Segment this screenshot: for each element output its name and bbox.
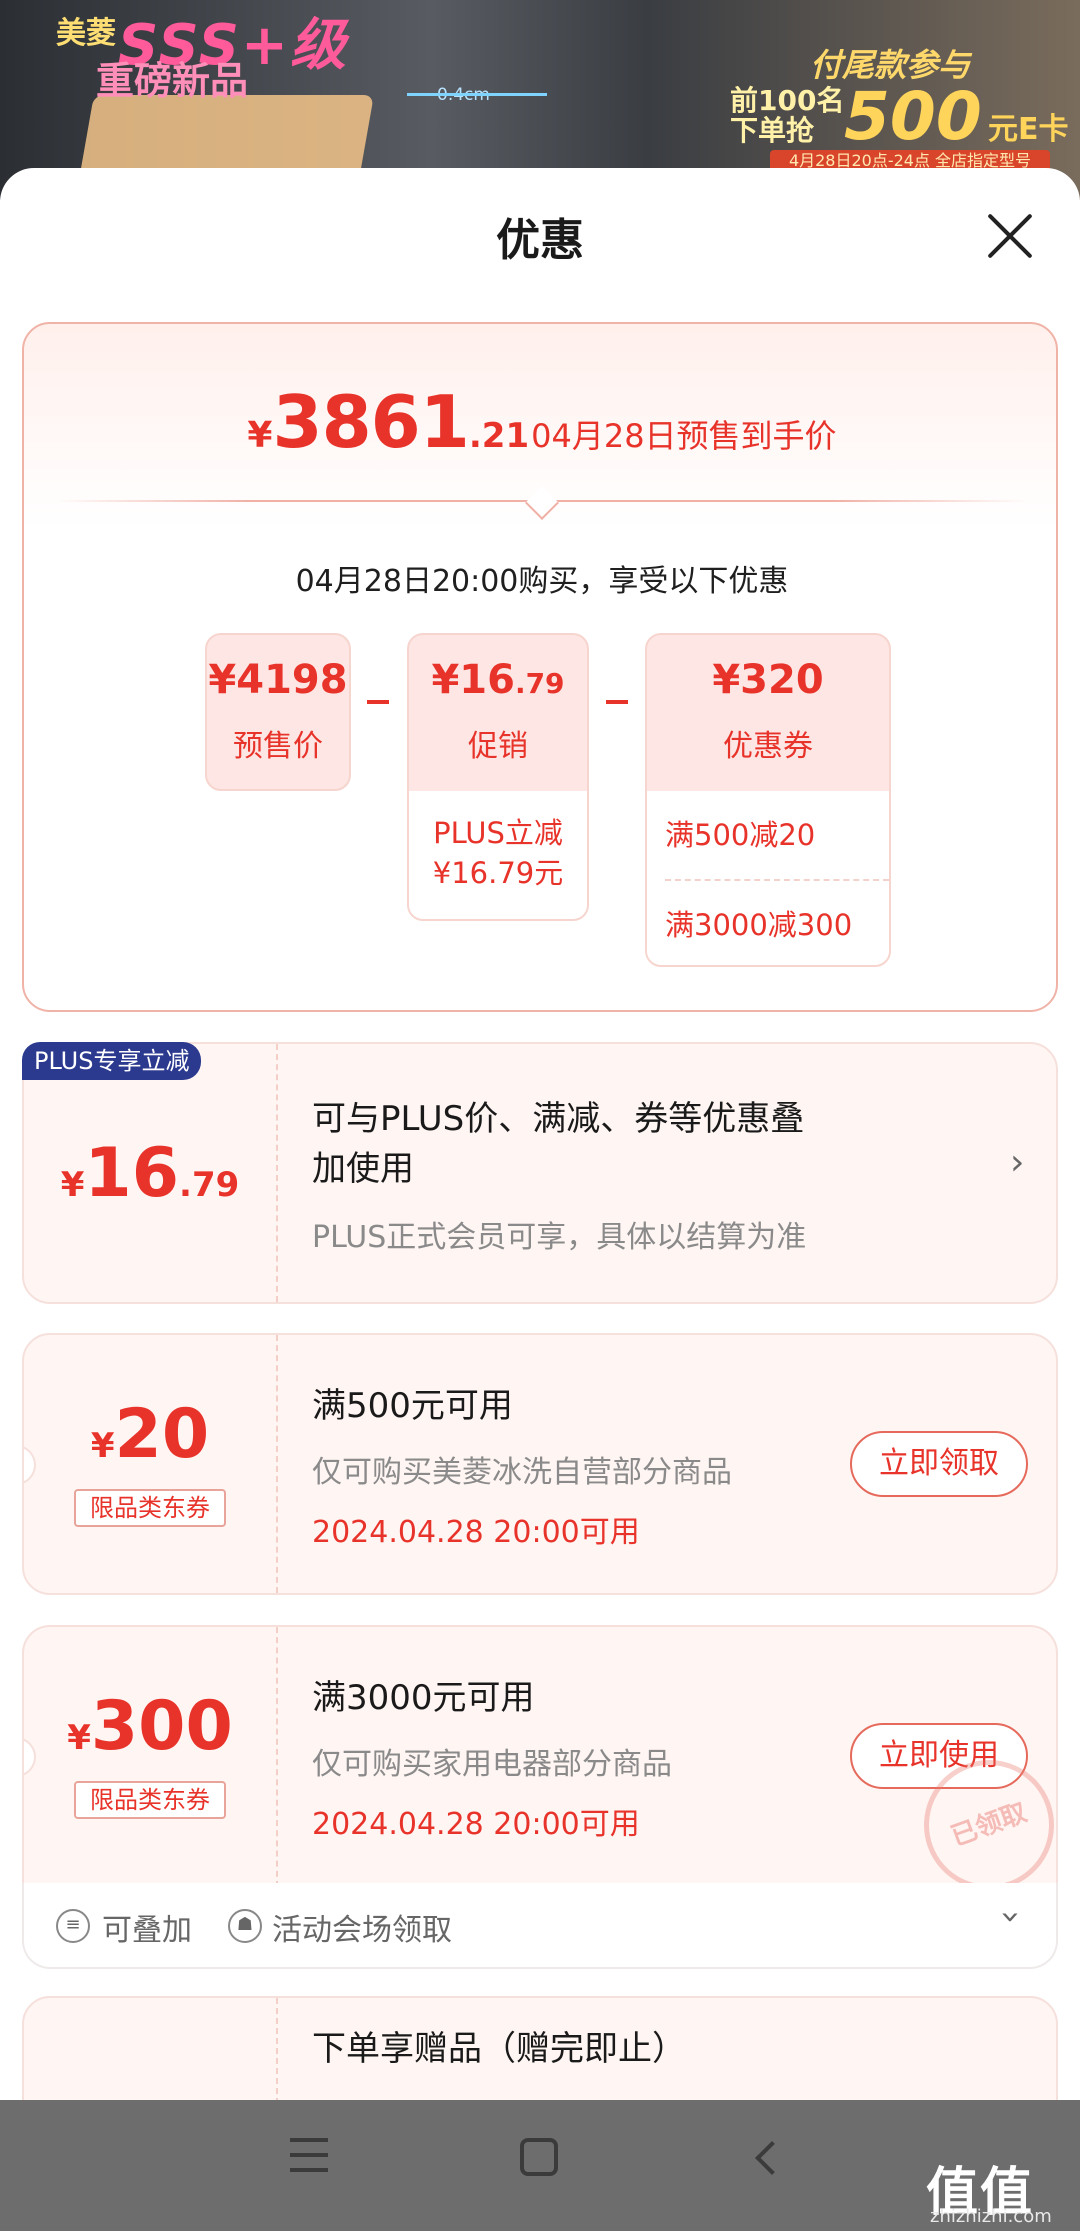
- coupon-footer: ≡ 可叠加 ☗ 活动会场领取 ›: [22, 1883, 1058, 1969]
- plus-discount-amount: ¥16.79: [60, 1134, 240, 1213]
- promotion-details: PLUS立减 ¥16.79元: [409, 791, 587, 919]
- banner-right-promo: 付尾款参与 前100名 下单抢 500 元E卡 4月28日20点-24点 全店指定…: [720, 40, 1080, 172]
- gift-card[interactable]: 下单享赠品（赠完即止）: [22, 1996, 1058, 2116]
- banner-left-promo: 美菱 SSS+级 重磅新品: [56, 0, 374, 185]
- coupon-date: 2024.04.28 20:00可用: [312, 1807, 640, 1842]
- gift-title: 下单享赠品（赠完即止）: [312, 2029, 686, 2069]
- stackable-label: 可叠加: [102, 1913, 192, 1948]
- presale-label: 预售价: [233, 729, 323, 764]
- promotion-amount: ¥16.79: [431, 657, 565, 703]
- banner-ecard: 元E卡: [988, 112, 1069, 147]
- coupon-detail-2: 满3000减300: [665, 879, 889, 965]
- plus-discount-card[interactable]: ¥16.79 可与PLUS价、满减、券等优惠叠 加使用 PLUS正式会员可享，具…: [22, 1042, 1058, 1304]
- presale-amount: ¥4198: [208, 657, 348, 703]
- coupon-pill: ¥320 优惠券 满500减20 满3000减300: [645, 633, 891, 967]
- coupon-category-tag: 限品类东券: [74, 1781, 226, 1819]
- divider-notch: [525, 486, 559, 520]
- card-separator: [276, 1335, 278, 1593]
- price-decimal: .21: [468, 416, 530, 456]
- presale-price-pill: ¥4198 预售价: [205, 633, 351, 791]
- claim-coupon-button[interactable]: 立即领取: [850, 1431, 1028, 1497]
- coupon-detail-1: 满500减20: [665, 818, 816, 852]
- close-icon[interactable]: [982, 208, 1038, 264]
- dimension-arrow: [407, 93, 547, 96]
- chevron-down-icon[interactable]: ›: [991, 1910, 1031, 1924]
- final-price: ¥3861.2104月28日预售到手价: [24, 380, 1060, 464]
- recent-apps-icon[interactable]: [290, 2138, 328, 2174]
- coupon-date: 2024.04.28 20:00可用: [312, 1515, 640, 1550]
- stack-icon: ≡: [56, 1909, 90, 1943]
- banner-first-100: 前100名 下单抢: [730, 84, 845, 147]
- buy-note: 04月28日20:00购买，享受以下优惠: [295, 564, 789, 599]
- price-label: 04月28日预售到手价: [531, 417, 837, 455]
- coupon-desc: 仅可购买家用电器部分商品: [312, 1747, 672, 1782]
- price-currency: ¥: [247, 415, 273, 456]
- banner-brand: 美菱: [56, 16, 116, 51]
- coupon-card-300: ¥300 限品类东券 满3000元可用 仅可购买家用电器部分商品 2024.04…: [22, 1625, 1058, 1887]
- watermark-url: zhizhizhi.com: [930, 2206, 1052, 2227]
- home-icon[interactable]: [520, 2138, 558, 2176]
- card-separator: [276, 1998, 278, 2114]
- back-icon[interactable]: [755, 2141, 789, 2175]
- plus-badge: PLUS专享立减: [22, 1042, 202, 1080]
- coupon-amount: ¥300: [67, 1687, 233, 1766]
- coupon-title: 满500元可用: [312, 1386, 513, 1426]
- promotion-pill: ¥16.79 促销 PLUS立减 ¥16.79元: [407, 633, 589, 921]
- promotion-label: 促销: [468, 729, 528, 764]
- minus-sign: [367, 700, 389, 704]
- coupon-title: 满3000元可用: [312, 1678, 535, 1718]
- minus-sign: [606, 700, 628, 704]
- promotion-detail-line2: ¥16.79元: [432, 856, 564, 890]
- promotion-detail-line1: PLUS立减: [433, 816, 563, 850]
- card-separator: [276, 1627, 278, 1887]
- system-nav-bar: [0, 2100, 1080, 2231]
- source-label: 活动会场领取: [272, 1913, 452, 1948]
- coupon-desc: 仅可购买美菱冰洗自营部分商品: [312, 1455, 732, 1490]
- plus-card-title: 可与PLUS价、满减、券等优惠叠 加使用: [312, 1099, 805, 1189]
- chevron-right-icon[interactable]: ›: [1010, 1142, 1024, 1183]
- banner-500: 500: [844, 78, 982, 155]
- price-integer: 3861: [272, 380, 469, 464]
- coupon-amount: ¥20: [90, 1395, 210, 1474]
- coupon-details: 满500减20 满3000减300: [647, 791, 889, 965]
- plus-card-desc: PLUS正式会员可享，具体以结算为准: [312, 1220, 807, 1255]
- sheet-title: 优惠: [496, 215, 584, 266]
- coupon-total-label: 优惠券: [723, 729, 813, 764]
- banner-dimension: 0.4cm: [407, 85, 547, 105]
- banner-new-product: 重磅新品: [96, 59, 249, 103]
- coupon-card-20: ¥20 限品类东券 满500元可用 仅可购买美菱冰洗自营部分商品 2024.04…: [22, 1333, 1058, 1595]
- coupon-category-tag: 限品类东券: [74, 1489, 226, 1527]
- coupon-total-amount: ¥320: [712, 657, 824, 703]
- ticket-icon: ☗: [228, 1909, 262, 1943]
- card-separator: [276, 1044, 278, 1302]
